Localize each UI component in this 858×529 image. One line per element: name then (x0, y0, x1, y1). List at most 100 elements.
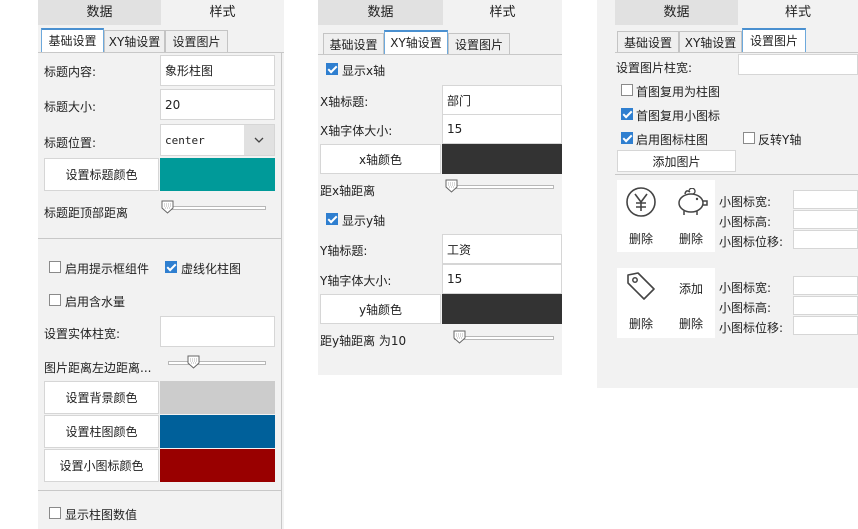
image-item-2: 添加 删除 删除 (617, 268, 715, 338)
y-title-label: Y轴标题: (320, 244, 368, 258)
title-color-swatch[interactable] (160, 158, 275, 191)
x-title-label: X轴标题: (320, 95, 369, 109)
title-size-label: 标题大小: (44, 100, 97, 114)
reuse-bar-checkbox[interactable] (621, 84, 633, 96)
subtab-basic[interactable]: 基础设置 (41, 28, 104, 52)
show-y-checkbox[interactable] (326, 213, 338, 225)
title-top-distance-label: 标题距顶部距离 (44, 206, 129, 220)
piggy-bank-icon (678, 188, 708, 215)
image-item-1: 删除 删除 (617, 180, 715, 252)
water-label: 启用含水量 (65, 295, 126, 309)
delete-small-1[interactable]: 删除 (679, 230, 703, 247)
y-font-size-input[interactable]: 15 (442, 264, 562, 294)
small-width-input[interactable] (793, 276, 858, 295)
water-checkbox[interactable] (49, 294, 61, 306)
tooltip-checkbox[interactable] (49, 261, 61, 273)
title-position-select[interactable]: center (160, 124, 275, 156)
tab-style[interactable]: 样式 (738, 0, 858, 25)
small-offset-label: 小图标位移: (719, 235, 784, 249)
slider-thumb-icon[interactable] (187, 355, 200, 369)
delete-image-1[interactable]: 删除 (629, 230, 653, 247)
tab-style[interactable]: 样式 (443, 0, 562, 25)
slider-thumb-icon[interactable] (161, 200, 174, 214)
bar-color-swatch[interactable] (160, 415, 275, 448)
flip-y-checkbox[interactable] (743, 132, 755, 144)
y-axis-color-swatch[interactable] (442, 294, 562, 324)
section-divider (38, 490, 281, 491)
show-x-checkbox[interactable] (326, 63, 338, 75)
slider-thumb-icon[interactable] (453, 330, 466, 344)
icon-bar-checkbox[interactable] (621, 132, 633, 144)
small-offset-input[interactable] (793, 230, 858, 249)
show-value-label: 显示柱图数值 (65, 508, 138, 522)
subtab-basic[interactable]: 基础设置 (323, 33, 384, 55)
small-height-label: 小图标高: (719, 301, 772, 315)
section-divider (38, 238, 281, 239)
bar-color-button[interactable]: 设置柱图颜色 (44, 415, 159, 448)
delete-small-2[interactable]: 删除 (679, 315, 703, 332)
small-icon-color-button[interactable]: 设置小图标颜色 (44, 449, 159, 482)
img-left-distance-label: 图片距离左边距离... (44, 361, 152, 375)
tab-style[interactable]: 样式 (161, 0, 284, 25)
subtab-xy[interactable]: XY轴设置 (104, 30, 165, 52)
small-width-input[interactable] (793, 190, 858, 209)
x-font-size-label: X轴字体大小: (320, 124, 393, 138)
title-color-button[interactable]: 设置标题颜色 (44, 158, 159, 191)
x-font-size-input[interactable]: 15 (442, 114, 562, 144)
subtab-image[interactable]: 设置图片 (742, 28, 806, 52)
show-value-checkbox[interactable] (49, 507, 61, 519)
y-distance-label: 距y轴距离 为10 (320, 334, 407, 348)
bg-color-swatch[interactable] (160, 381, 275, 414)
style-panel-basic: 数据 样式 基础设置 XY轴设置 设置图片 标题内容: 象形柱图 标题大小: 2… (38, 0, 284, 529)
yen-circle-icon (626, 187, 656, 217)
small-height-input[interactable] (793, 210, 858, 229)
small-height-label: 小图标高: (719, 215, 772, 229)
chevron-down-icon (244, 125, 274, 155)
add-small-icon[interactable]: 添加 (679, 280, 703, 297)
title-top-distance-slider[interactable] (166, 206, 266, 210)
img-width-input[interactable] (738, 54, 858, 75)
slider-thumb-icon[interactable] (445, 179, 458, 193)
tab-underline (318, 54, 562, 55)
add-image-button[interactable]: 添加图片 (617, 150, 736, 172)
dashed-bar-checkbox[interactable] (165, 261, 177, 273)
x-distance-label: 距x轴距离 (320, 184, 376, 198)
title-content-label: 标题内容: (44, 65, 97, 79)
title-position-label: 标题位置: (44, 136, 97, 150)
small-width-label: 小图标宽: (719, 195, 772, 209)
tab-data[interactable]: 数据 (615, 0, 738, 25)
small-icon-color-swatch[interactable] (160, 449, 275, 482)
tab-data[interactable]: 数据 (318, 0, 443, 25)
flip-y-label: 反转Y轴 (758, 133, 802, 147)
x-title-input[interactable]: 部门 (442, 85, 562, 115)
y-title-input[interactable]: 工资 (442, 234, 562, 264)
title-content-input[interactable]: 象形柱图 (160, 55, 275, 86)
small-width-label: 小图标宽: (719, 281, 772, 295)
solid-width-input[interactable] (160, 316, 275, 347)
x-axis-color-button[interactable]: x轴颜色 (320, 144, 441, 174)
style-panel-xy: 数据 样式 基础设置 XY轴设置 设置图片 显示x轴 X轴标题: 部门 X轴字体… (318, 0, 562, 375)
reuse-small-checkbox[interactable] (621, 108, 633, 120)
y-axis-color-button[interactable]: y轴颜色 (320, 294, 441, 324)
tab-data[interactable]: 数据 (38, 0, 161, 25)
subtab-basic[interactable]: 基础设置 (617, 31, 679, 53)
show-x-label: 显示x轴 (342, 64, 386, 78)
delete-image-2[interactable]: 删除 (629, 315, 653, 332)
small-offset-input[interactable] (793, 316, 858, 335)
tab-underline (615, 52, 858, 53)
solid-width-label: 设置实体柱宽: (44, 327, 121, 341)
subtab-xy[interactable]: XY轴设置 (679, 31, 742, 53)
subtab-image[interactable]: 设置图片 (448, 33, 510, 55)
tab-underline (38, 52, 284, 53)
small-height-input[interactable] (793, 296, 858, 315)
img-left-distance-slider[interactable] (168, 361, 266, 365)
bg-color-button[interactable]: 设置背景颜色 (44, 381, 159, 414)
title-size-input[interactable]: 20 (160, 89, 275, 120)
x-axis-color-swatch[interactable] (442, 144, 562, 174)
show-y-label: 显示y轴 (342, 214, 386, 228)
y-distance-slider[interactable] (454, 336, 554, 340)
x-distance-slider[interactable] (454, 185, 554, 189)
subtab-xy[interactable]: XY轴设置 (384, 30, 448, 54)
subtab-image[interactable]: 设置图片 (165, 30, 228, 52)
section-divider (615, 174, 858, 175)
